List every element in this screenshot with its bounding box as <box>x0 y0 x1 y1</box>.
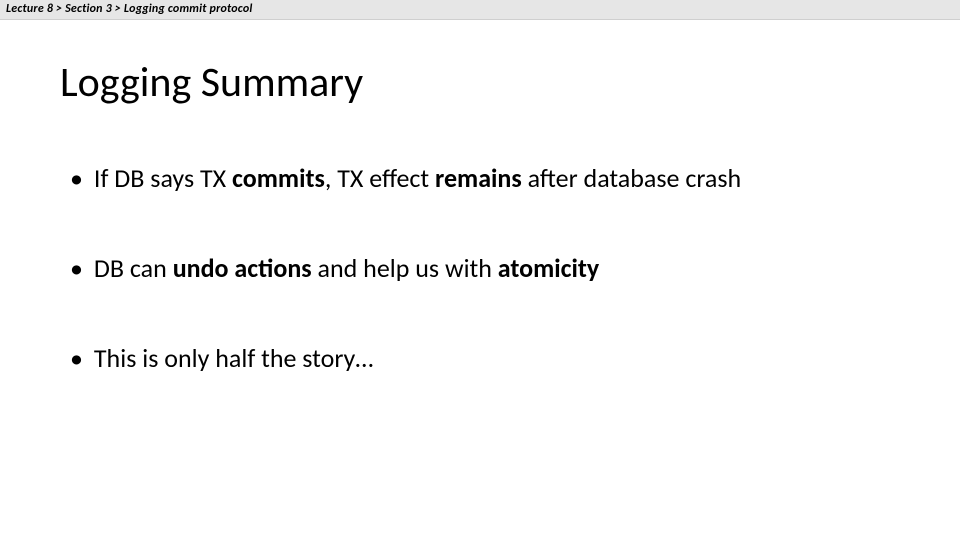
breadcrumb-text: Lecture 8 > Section 3 > Logging commit p… <box>6 2 253 16</box>
bullet-text: This is only half the story… <box>94 342 373 374</box>
bullet-bold: undo actions <box>173 252 312 284</box>
bullet-bold: commits <box>232 162 325 194</box>
list-item: This is only half the story… <box>60 341 900 376</box>
bullet-text: If DB says TX <box>94 162 232 194</box>
bullet-text: after database crash <box>522 162 741 194</box>
bullet-bold: atomicity <box>498 252 599 284</box>
bullet-text: , TX effect <box>325 162 435 194</box>
bullet-text: and help us with <box>312 252 498 284</box>
bullet-list: If DB says TX commits, TX effect remains… <box>60 161 900 376</box>
list-item: If DB says TX commits, TX effect remains… <box>60 161 900 196</box>
page-title: Logging Summary <box>60 60 900 106</box>
bullet-bold: remains <box>435 162 522 194</box>
list-item: DB can undo actions and help us with ato… <box>60 251 900 286</box>
breadcrumb: Lecture 8 > Section 3 > Logging commit p… <box>0 0 960 20</box>
slide-body: Logging Summary If DB says TX commits, T… <box>0 20 960 451</box>
bullet-text: DB can <box>94 252 173 284</box>
